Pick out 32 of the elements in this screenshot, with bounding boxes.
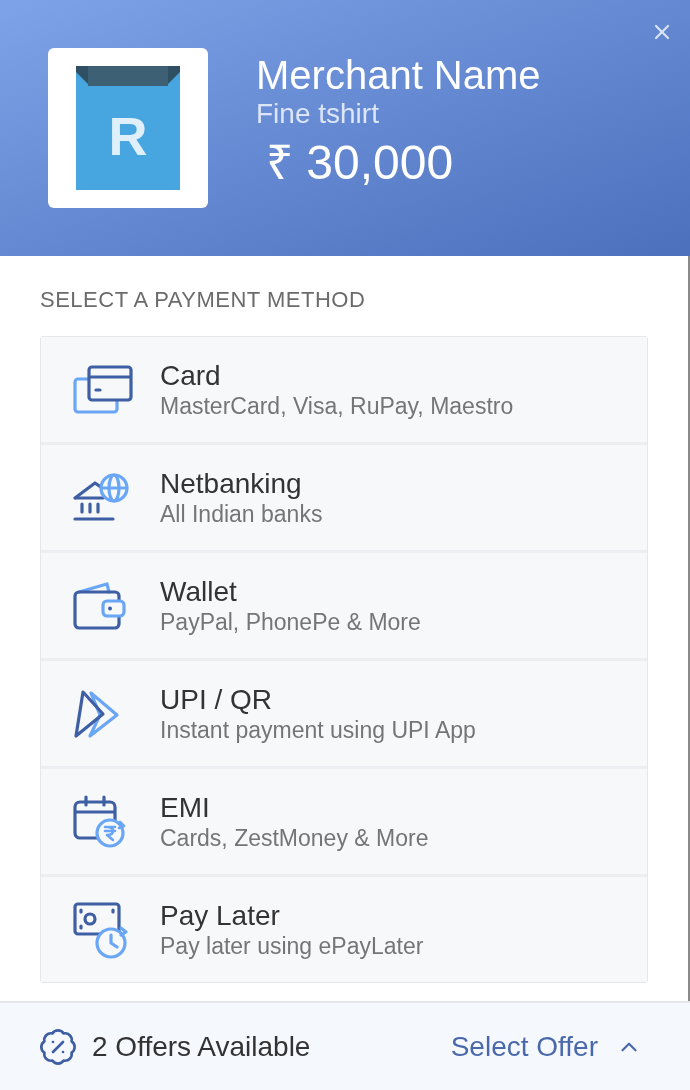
merchant-name: Merchant Name: [256, 52, 541, 98]
wallet-icon: [73, 580, 127, 631]
method-description: Cards, ZestMoney & More: [160, 823, 429, 852]
payment-method-option[interactable]: Netbanking All Indian banks: [41, 445, 647, 550]
method-description: Pay later using ePayLater: [160, 931, 424, 960]
payment-method-option[interactable]: EMI Cards, ZestMoney & More: [41, 769, 647, 874]
offers-count: 2 Offers Available: [92, 1029, 311, 1064]
method-description: All Indian banks: [160, 499, 323, 528]
method-description: PayPal, PhonePe & More: [160, 607, 421, 636]
payment-method-option[interactable]: UPI / QR Instant payment using UPI App: [41, 661, 647, 766]
credit-card-icon: [73, 364, 133, 415]
payment-method-option[interactable]: Pay Later Pay later using ePayLater: [41, 877, 647, 982]
bank-globe-icon: [73, 472, 129, 523]
method-title: Netbanking: [160, 467, 302, 500]
product-name: Fine tshirt: [256, 98, 379, 130]
method-title: UPI / QR: [160, 683, 272, 716]
section-title: SELECT A PAYMENT METHOD: [40, 287, 366, 313]
amount: ₹ 30,000: [266, 136, 454, 190]
calendar-rupee-icon: [73, 794, 127, 849]
select-offer-link[interactable]: Select Offer: [450, 1025, 598, 1068]
double-chevron-icon: [73, 688, 121, 739]
method-title: Wallet: [160, 575, 237, 608]
method-description: Instant payment using UPI App: [160, 715, 476, 744]
payment-method-option[interactable]: Wallet PayPal, PhonePe & More: [41, 553, 647, 658]
method-description: MasterCard, Visa, RuPay, Maestro: [160, 391, 514, 420]
banknote-clock-icon: [73, 899, 129, 960]
method-title: Pay Later: [160, 899, 280, 932]
payment-method-option[interactable]: Card MasterCard, Visa, RuPay, Maestro: [41, 337, 647, 442]
logo-letter: R: [108, 109, 148, 163]
method-title: EMI: [160, 791, 210, 824]
discount-badge-icon: [38, 1026, 78, 1067]
method-title: Card: [160, 359, 221, 392]
